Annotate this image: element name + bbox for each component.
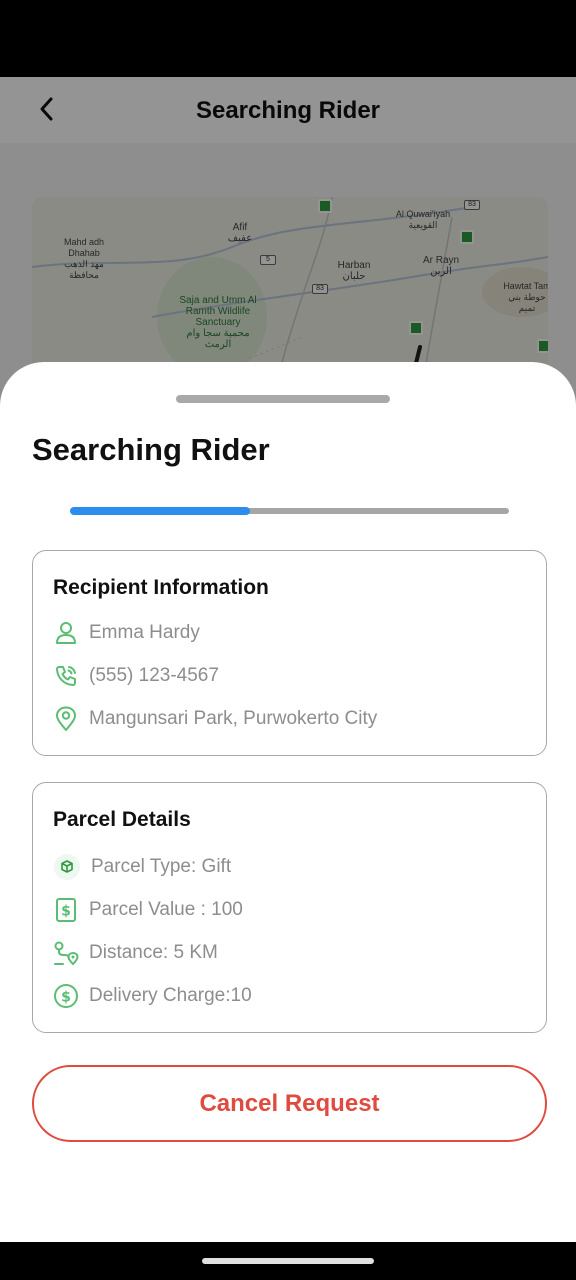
dollar-coin-icon: $ (53, 983, 79, 1009)
parcel-type: Parcel Type: Gift (91, 856, 232, 877)
search-progress-bar (70, 507, 509, 515)
sheet-title: Searching Rider (32, 432, 270, 467)
phone-icon (53, 663, 79, 689)
cancel-request-label: Cancel Request (199, 1089, 380, 1117)
parcel-card: Parcel Details Parcel Type: Gift $ Parce… (32, 782, 547, 1033)
svg-text:$: $ (61, 904, 71, 920)
parcel-distance-row: Distance: 5 KM (53, 938, 218, 968)
recipient-phone: (555) 123-4567 (89, 665, 219, 686)
recipient-card: Recipient Information Emma Hardy (555) 1… (32, 550, 547, 756)
recipient-address-row: Mangunsari Park, Purwokerto City (53, 704, 377, 734)
location-pin-icon (53, 706, 79, 732)
recipient-name: Emma Hardy (89, 622, 200, 643)
bottom-sheet: Searching Rider Recipient Information Em… (0, 362, 576, 1242)
recipient-heading: Recipient Information (53, 576, 269, 599)
svg-text:$: $ (61, 990, 71, 1006)
status-bar (0, 0, 576, 77)
home-indicator[interactable] (202, 1258, 374, 1264)
search-progress-fill (70, 507, 250, 515)
parcel-heading: Parcel Details (53, 808, 191, 831)
recipient-address: Mangunsari Park, Purwokerto City (89, 708, 378, 729)
recipient-phone-row: (555) 123-4567 (53, 661, 219, 691)
box-icon (53, 853, 81, 881)
recipient-name-row: Emma Hardy (53, 618, 200, 648)
parcel-value-row: $ Parcel Value : 100 (53, 895, 243, 925)
dollar-bill-icon: $ (53, 897, 79, 923)
person-icon (53, 620, 79, 646)
delivery-charge-row: $ Delivery Charge:10 (53, 981, 252, 1011)
drag-handle[interactable] (176, 395, 390, 403)
delivery-charge: Delivery Charge:10 (89, 985, 252, 1006)
parcel-distance: Distance: 5 KM (89, 942, 218, 963)
cancel-request-button[interactable]: Cancel Request (32, 1065, 547, 1142)
parcel-value: Parcel Value : 100 (89, 899, 243, 920)
system-nav-bar (0, 1242, 576, 1280)
parcel-type-row: Parcel Type: Gift (53, 852, 231, 882)
route-icon (53, 940, 79, 966)
